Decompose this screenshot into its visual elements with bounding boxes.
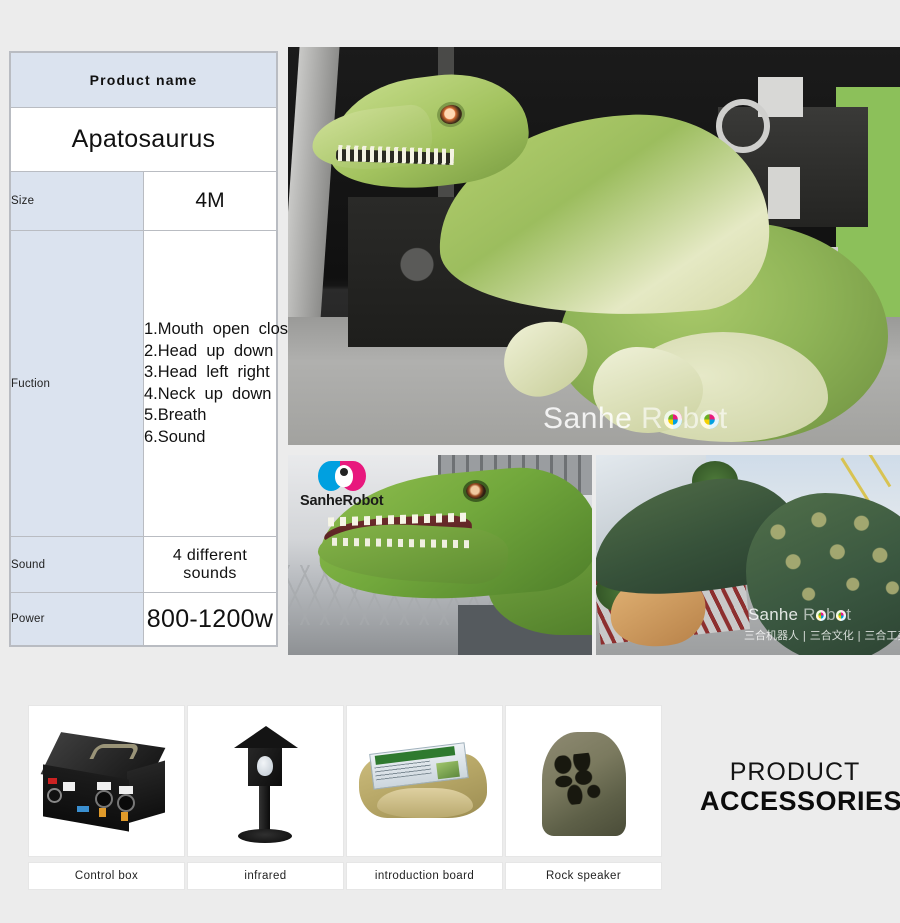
brand-dot-icon <box>699 410 719 429</box>
sanhe-robot-watermark: Sanhe Rbt <box>748 605 851 625</box>
sanhe-robot-watermark: Sanhe Rbt <box>543 402 728 436</box>
accessory-caption: Control box <box>28 862 185 890</box>
product-detail-page: Product name Apatosaurus Size 4M Fuction… <box>0 0 900 923</box>
infrared-sensor-icon <box>187 705 344 857</box>
background-panel <box>768 167 800 219</box>
table-row-product-name: Apatosaurus <box>10 107 277 172</box>
watermark-brand-fourth: t <box>846 605 852 624</box>
function-value: 1.Mouth open close 2.Head up down 3.Head… <box>143 230 298 537</box>
accessory-card-rock-speaker[interactable]: Rock speaker <box>505 705 662 890</box>
accessory-card-control-box[interactable]: Control box <box>28 705 185 890</box>
function-label: Fuction <box>10 230 144 537</box>
power-value: 800-1200w <box>143 592 277 646</box>
hero-product-photo: Sanhe Rbt <box>288 47 900 445</box>
function-item: 6.Sound <box>144 427 206 446</box>
watermark-brand-second: R <box>641 402 664 435</box>
accessory-caption: introduction board <box>346 862 503 890</box>
watermark-brand-first: Sanhe <box>543 402 633 435</box>
accessory-card-infrared[interactable]: infrared <box>187 705 344 890</box>
sound-label: Sound <box>10 536 144 593</box>
watermark-brand-fourth: t <box>718 402 728 435</box>
accessory-caption: infrared <box>187 862 344 890</box>
table-row-function: Fuction 1.Mouth open close 2.Head up dow… <box>10 230 298 537</box>
accessory-caption: Rock speaker <box>505 862 662 890</box>
rock-speaker-icon <box>505 705 662 857</box>
function-item: 4.Neck up down <box>144 384 272 403</box>
accessories-title-line2: ACCESSORIES <box>700 786 900 816</box>
power-label: Power <box>10 592 144 646</box>
logo-dot-shape <box>340 468 348 476</box>
sanhe-logo-mark-icon <box>318 461 374 491</box>
watermark-brand-third: b <box>682 402 700 435</box>
dinosaur-head-photo: SanheRobot <box>288 455 592 655</box>
size-value: 4M <box>143 171 277 231</box>
table-row-size: Size 4M <box>10 171 277 231</box>
accessory-card-introduction-board[interactable]: introduction board <box>346 705 503 890</box>
introduction-board-icon <box>346 705 503 857</box>
table-row-power: Power 800-1200w <box>10 592 277 646</box>
brand-dot-icon <box>815 610 826 621</box>
sound-value: 4 different sounds <box>143 536 277 593</box>
chinese-watermark: 三合机器人 | 三合文化 | 三合工美 <box>744 629 900 642</box>
accessories-title-line1: PRODUCT <box>729 758 861 786</box>
product-name-value: Apatosaurus <box>10 107 277 172</box>
accessories-title: PRODUCT ACCESSORIES <box>700 758 900 816</box>
brand-dot-icon <box>663 410 683 429</box>
function-item: 3.Head left right <box>144 363 270 381</box>
table-row-header: Product name <box>10 52 277 108</box>
product-spec-table: Product name Apatosaurus Size 4M Fuction… <box>10 52 298 646</box>
function-item: 2.Head up down <box>144 341 274 360</box>
watermark-brand-third: b <box>826 605 836 624</box>
function-item: 5.Breath <box>144 406 207 424</box>
logo-wordmark: SanheRobot <box>300 493 384 509</box>
table-row-sound: Sound 4 different sounds <box>10 536 277 593</box>
spec-header-cell: Product name <box>10 52 277 108</box>
sauropod-park-photo: Sanhe Rbt 三合机器人 | 三合文化 | 三合工美 <box>596 455 900 655</box>
function-list: 1.Mouth open close 2.Head up down 3.Head… <box>144 319 298 448</box>
watermark-brand-second: R <box>803 605 816 624</box>
control-box-icon <box>28 705 185 857</box>
brand-dot-icon <box>835 610 847 621</box>
watermark-brand-first: Sanhe <box>748 605 799 624</box>
function-item: 1.Mouth open close <box>144 320 298 338</box>
sanhe-robot-logo: SanheRobot <box>300 461 410 509</box>
dinosaur-eye <box>466 483 486 499</box>
size-label: Size <box>10 171 144 231</box>
